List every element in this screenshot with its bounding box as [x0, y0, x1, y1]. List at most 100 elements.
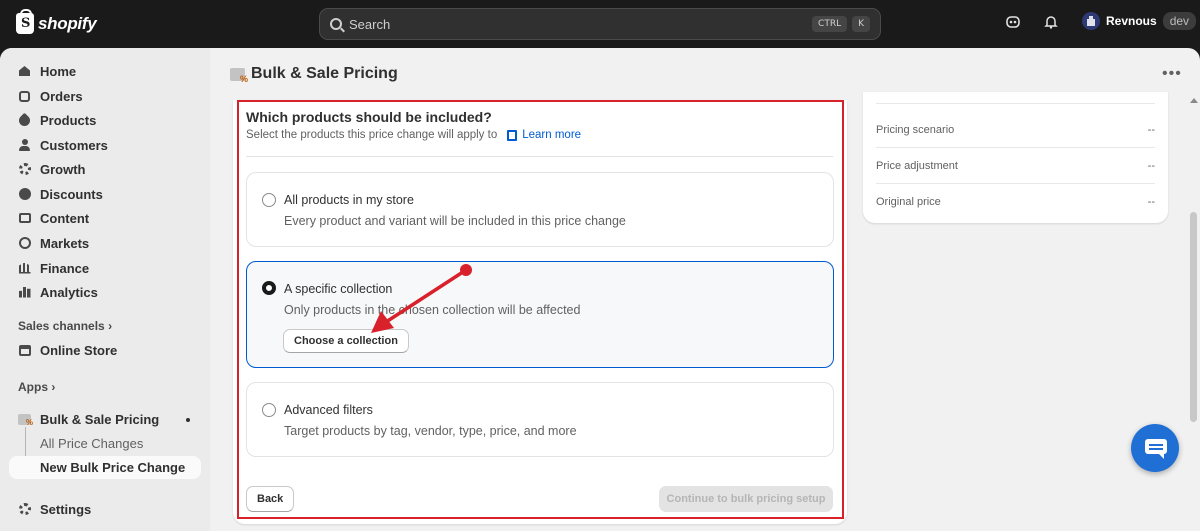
content-icon [18, 212, 31, 225]
sidebar-item-settings[interactable]: Settings [9, 497, 201, 521]
sidebar-item-label: Settings [40, 501, 92, 517]
user-name: Revnous [1106, 14, 1157, 28]
sidekick-glyph [1006, 16, 1020, 28]
option-label: A specific collection [284, 282, 393, 296]
summary-row-original-price: Original price -- [876, 184, 1155, 220]
sidebar-item-label: Products [40, 112, 97, 128]
store-icon [18, 344, 31, 357]
user-menu[interactable]: Revnous dev [1082, 12, 1197, 30]
bank-icon [18, 262, 31, 275]
scroll-up-arrow[interactable] [1190, 98, 1198, 103]
sidebar-item-customers[interactable]: Customers [9, 133, 201, 157]
learn-more-link[interactable]: Learn more [507, 129, 581, 141]
sidebar-item-home[interactable]: Home [9, 59, 201, 83]
radio-specific-collection[interactable] [262, 281, 276, 295]
sales-channels-header[interactable]: Sales channels › [18, 319, 112, 333]
orders-icon [18, 90, 31, 103]
summary-value: -- [1147, 159, 1155, 172]
sidebar-item-bulk-sale-pricing[interactable]: Bulk & Sale Pricing [9, 407, 201, 431]
summary-row-pricing-scenario: Pricing scenario -- [876, 112, 1155, 148]
bell-glyph [1044, 16, 1058, 29]
summary-card: Pricing scenario -- Price adjustment -- … [863, 92, 1168, 223]
sidebar-item-growth[interactable]: Growth [9, 157, 201, 181]
sidebar: Home Orders Products Customers Growth Di… [0, 48, 210, 531]
home-icon [18, 65, 31, 78]
question-subtitle-text: Select the products this price change wi… [246, 129, 498, 141]
sidebar-item-label: Bulk & Sale Pricing [40, 411, 160, 427]
sidebar-item-content[interactable]: Content [9, 206, 201, 230]
option-all-products[interactable]: All products in my store Every product a… [246, 172, 834, 247]
shopify-logo[interactable]: shopify [16, 9, 97, 34]
page-title-text: Bulk & Sale Pricing [251, 65, 398, 82]
sidebar-item-label: Discounts [40, 186, 103, 202]
option-advanced-filters[interactable]: Advanced filters Target products by tag,… [246, 382, 834, 457]
app-icon [18, 413, 33, 427]
summary-row-price-adjustment: Price adjustment -- [876, 148, 1155, 184]
sidebar-item-label: Growth [40, 161, 86, 177]
tag-icon [16, 112, 33, 128]
book-icon [507, 129, 518, 141]
sales-channels-label: Sales channels [18, 319, 105, 333]
sidebar-item-products[interactable]: Products [9, 108, 201, 132]
sidebar-item-finance[interactable]: Finance [9, 256, 201, 280]
sidebar-item-discounts[interactable]: Discounts [9, 182, 201, 206]
search-placeholder: Search [349, 16, 391, 32]
chart-icon [18, 286, 31, 299]
shortcut-ctrl: CTRL [812, 16, 848, 32]
sidebar-item-markets[interactable]: Markets [9, 231, 201, 255]
summary-label: Price adjustment [876, 159, 958, 172]
chat-button[interactable] [1131, 424, 1179, 472]
summary-label: Original price [876, 196, 941, 208]
globe-icon [18, 237, 31, 250]
sidebar-item-orders[interactable]: Orders [9, 84, 201, 108]
bell-icon[interactable] [1041, 14, 1061, 34]
sidebar-item-analytics[interactable]: Analytics [9, 280, 201, 304]
option-description: Target products by tag, vendor, type, pr… [284, 424, 577, 438]
sidebar-subitem-new-bulk-price-change[interactable]: New Bulk Price Change [9, 456, 201, 479]
sidebar-item-label: Online Store [40, 342, 118, 358]
scrollbar-thumb[interactable] [1190, 212, 1197, 422]
subitem-label: All Price Changes [40, 436, 144, 451]
search-input[interactable]: Search CTRL K [319, 8, 881, 40]
brand-name: shopify [38, 13, 97, 33]
radio-advanced-filters[interactable] [262, 403, 276, 417]
summary-cut-row [876, 92, 1155, 104]
apps-header[interactable]: Apps › [18, 380, 55, 394]
question-title: Which products should be included? [246, 109, 492, 125]
sidebar-item-label: Analytics [40, 284, 98, 300]
summary-value: -- [1147, 196, 1155, 208]
person-icon [18, 139, 31, 152]
option-label: All products in my store [284, 193, 414, 207]
admin-frame: Home Orders Products Customers Growth Di… [0, 48, 1200, 531]
sidebar-subitem-all-price-changes[interactable]: All Price Changes [9, 432, 201, 455]
more-actions-icon[interactable]: ••• [1162, 65, 1182, 83]
sidebar-item-online-store[interactable]: Online Store [9, 338, 201, 362]
continue-button[interactable]: Continue to bulk pricing setup [659, 486, 833, 512]
chevron-right-icon: › [51, 380, 56, 394]
avatar [1082, 12, 1100, 30]
settings-gear-icon [18, 503, 31, 516]
sidebar-item-label: Customers [40, 137, 108, 153]
back-button[interactable]: Back [246, 486, 295, 512]
pin-dot [186, 418, 190, 422]
sidebar-item-label: Home [40, 63, 77, 79]
divider [246, 156, 833, 157]
apps-label: Apps [18, 380, 48, 394]
search-icon [330, 18, 342, 30]
option-specific-collection[interactable]: A specific collection Only products in t… [246, 261, 834, 368]
choose-collection-button[interactable]: Choose a collection [283, 329, 409, 353]
option-label: Advanced filters [284, 403, 373, 417]
sidebar-item-label: Content [40, 210, 90, 226]
radio-all-products[interactable] [262, 193, 276, 207]
chevron-right-icon: › [108, 319, 113, 333]
sidekick-icon[interactable] [1003, 14, 1023, 34]
sidebar-item-label: Orders [40, 88, 83, 104]
summary-label: Pricing scenario [876, 123, 955, 136]
question-subtitle: Select the products this price change wi… [246, 129, 581, 141]
option-description: Every product and variant will be includ… [284, 214, 626, 228]
app-icon [230, 67, 248, 84]
store-badge: dev [1162, 12, 1197, 30]
shopify-bag-icon [16, 9, 34, 34]
shortcut-k: K [852, 16, 870, 32]
page-title: Bulk & Sale Pricing [230, 65, 398, 84]
